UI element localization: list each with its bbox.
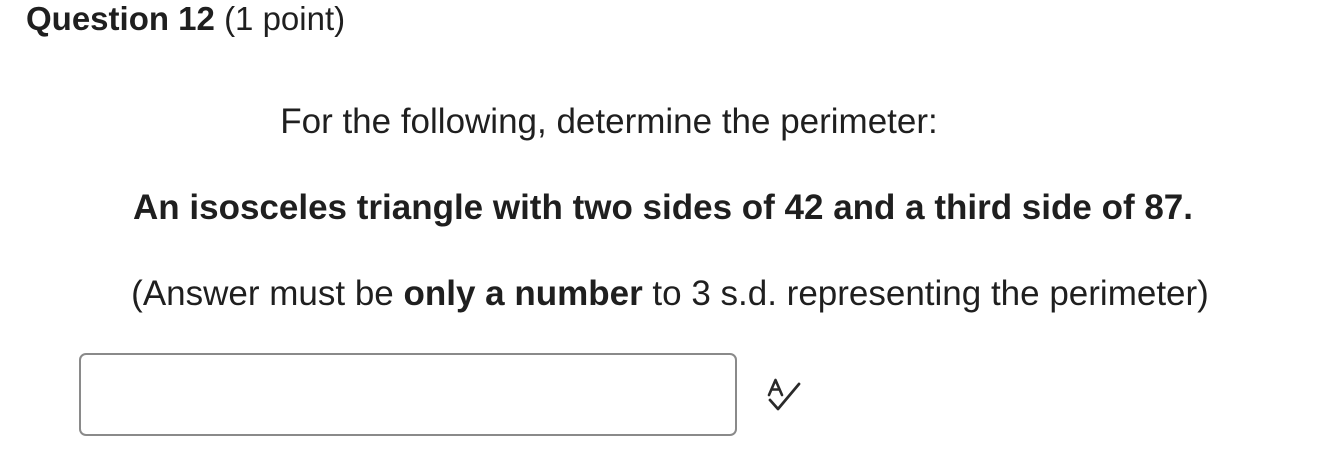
answer-format-emphasis: only a number [403,274,643,313]
answer-format-suffix: to 3 s.d. representing the perimeter) [642,274,1209,313]
prompt-problem: An isosceles triangle with two sides of … [133,188,1193,227]
answer-format-prefix: (Answer must be [131,274,404,313]
prompt-instruction: For the following, determine the perimet… [280,102,938,141]
question-header: Question 12 (1 point) [26,0,345,38]
answer-input[interactable] [79,353,737,436]
spellcheck-icon[interactable] [766,378,802,412]
question-points: (1 point) [224,0,346,37]
question-number: Question 12 [26,0,215,37]
prompt-answer-format: (Answer must be only a number to 3 s.d. … [9,273,1322,315]
